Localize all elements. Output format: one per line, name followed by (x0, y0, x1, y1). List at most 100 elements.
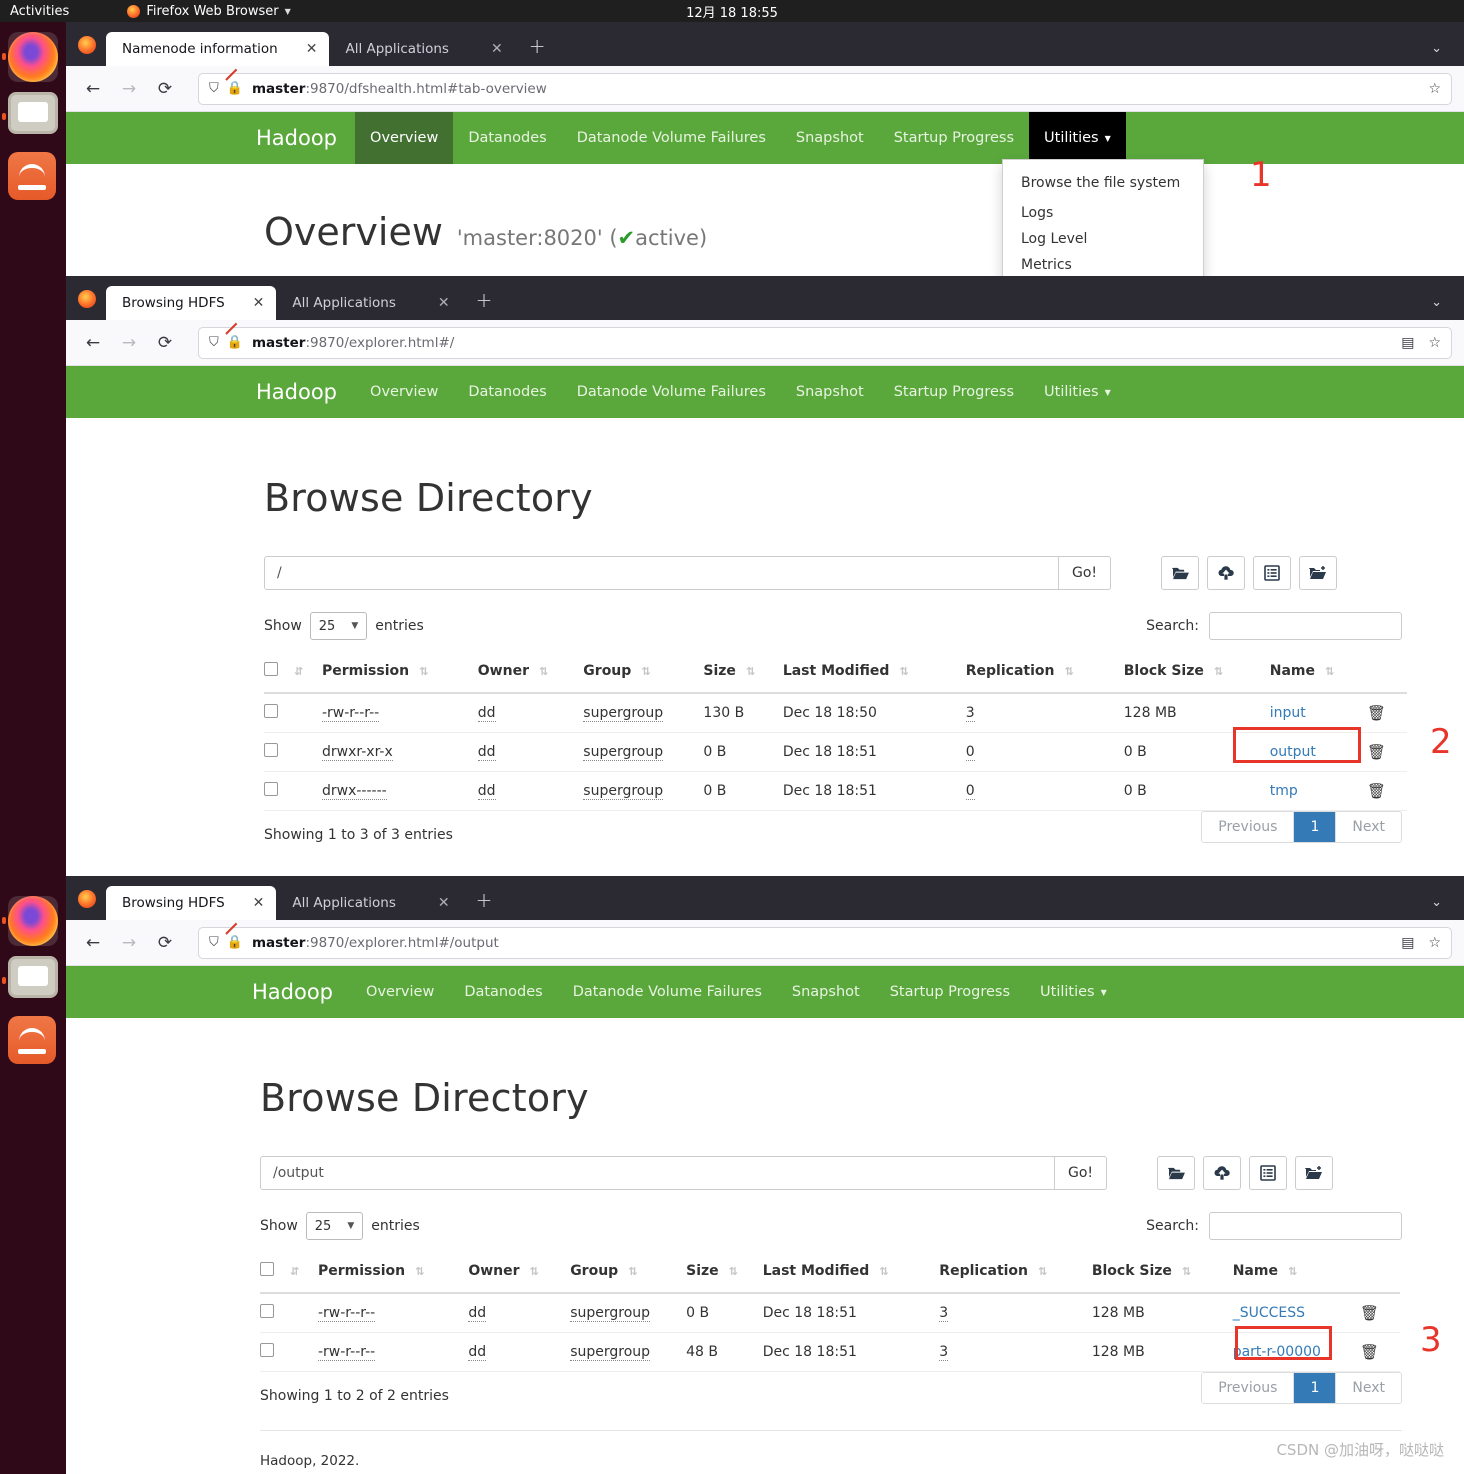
column-permission[interactable]: Permission ⇅ (318, 1254, 469, 1294)
tab-all-applications[interactable]: All Applications ✕ (276, 286, 461, 320)
go-button[interactable]: Go! (1055, 1156, 1107, 1190)
select-all-checkbox[interactable] (260, 1262, 274, 1276)
select-all-checkbox[interactable] (264, 662, 278, 676)
column-name[interactable]: Name ⇅ (1232, 1254, 1360, 1294)
pagination-previous[interactable]: Previous (1202, 812, 1295, 842)
bookmark-star-icon[interactable]: ☆ (1428, 335, 1441, 351)
delete-icon[interactable]: 🗑 (1367, 693, 1407, 733)
cloud-upload-icon[interactable] (1203, 1156, 1241, 1190)
file-link-success[interactable]: _SUCCESS (1233, 1305, 1305, 1321)
tab-all-applications[interactable]: All Applications ✕ (276, 886, 461, 920)
tab-browsing-hdfs[interactable]: Browsing HDFS ✕ (106, 286, 277, 320)
nav-overview[interactable]: Overview (355, 112, 454, 164)
nav-datanode-volume-failures[interactable]: Datanode Volume Failures (562, 112, 781, 164)
close-icon[interactable]: ✕ (253, 295, 265, 311)
clock[interactable]: 12月 18 18:55 (0, 2, 1464, 21)
close-icon[interactable]: ✕ (306, 41, 318, 57)
new-tab-button[interactable]: + (476, 288, 493, 312)
forward-button[interactable]: → (114, 74, 144, 104)
delete-icon[interactable]: 🗑 (1360, 1332, 1400, 1372)
column-size[interactable]: Size ⇅ (703, 654, 783, 694)
reload-button[interactable]: ⟳ (150, 74, 180, 104)
column-block-size[interactable]: Block Size ⇅ (1123, 654, 1270, 694)
page-size-select[interactable]: 25 ▼ (309, 612, 368, 640)
search-input[interactable] (1209, 612, 1402, 640)
dock-item-ubuntu-software[interactable] (8, 152, 58, 202)
back-button[interactable]: ← (78, 328, 108, 358)
permissions-list-icon[interactable] (1253, 556, 1291, 590)
file-link-part-r-00000[interactable]: part-r-00000 (1233, 1344, 1321, 1360)
column-group[interactable]: Group ⇅ (583, 654, 704, 694)
close-icon[interactable]: ✕ (491, 41, 503, 57)
forward-button[interactable]: → (114, 328, 144, 358)
new-tab-button[interactable]: + (529, 34, 546, 58)
bookmark-star-icon[interactable]: ☆ (1428, 81, 1441, 97)
file-link-output[interactable]: output (1270, 744, 1316, 760)
menu-item-logs[interactable]: Logs (1003, 200, 1203, 226)
search-input[interactable] (1209, 1212, 1402, 1240)
file-link-tmp[interactable]: tmp (1270, 783, 1298, 799)
hadoop-brand[interactable]: Hadoop (256, 112, 355, 164)
lock-disabled-icon[interactable]: 🔒 (225, 922, 243, 950)
tab-all-applications[interactable]: All Applications ✕ (329, 32, 514, 66)
nav-startup-progress[interactable]: Startup Progress (875, 966, 1025, 1018)
new-folder-icon[interactable] (1295, 1156, 1333, 1190)
pagination-next[interactable]: Next (1336, 812, 1401, 842)
menu-item-metrics[interactable]: Metrics (1003, 252, 1203, 276)
row-checkbox[interactable] (260, 1343, 274, 1357)
row-checkbox[interactable] (264, 704, 278, 718)
nav-snapshot[interactable]: Snapshot (781, 112, 879, 164)
lock-disabled-icon[interactable]: 🔒 (225, 68, 243, 96)
nav-overview[interactable]: Overview (351, 966, 449, 1018)
tab-browsing-hdfs[interactable]: Browsing HDFS ✕ (106, 886, 277, 920)
dock-item-ubuntu-software[interactable] (8, 1016, 58, 1066)
go-button[interactable]: Go! (1059, 556, 1111, 590)
nav-snapshot[interactable]: Snapshot (781, 366, 879, 418)
path-input[interactable]: / (264, 556, 1059, 590)
nav-snapshot[interactable]: Snapshot (777, 966, 875, 1018)
pagination-page-1[interactable]: 1 (1294, 812, 1337, 842)
close-icon[interactable]: ✕ (438, 295, 450, 311)
dock-item-files[interactable] (2, 956, 58, 1006)
close-icon[interactable]: ✕ (253, 895, 265, 911)
reader-view-icon[interactable]: ▤ (1401, 335, 1414, 351)
column-block-size[interactable]: Block Size ⇅ (1091, 1254, 1233, 1294)
nav-utilities[interactable]: Utilities ▼ (1029, 112, 1126, 164)
column-replication[interactable]: Replication ⇅ (965, 654, 1124, 694)
menu-item-browse-the-file-system[interactable]: Browse the file system (1003, 166, 1203, 200)
pagination-next[interactable]: Next (1336, 1373, 1401, 1403)
delete-icon[interactable]: 🗑 (1367, 771, 1407, 811)
reader-view-icon[interactable]: ▤ (1401, 935, 1414, 951)
list-all-tabs-icon[interactable]: ⌄ (1431, 41, 1442, 56)
column-name[interactable]: Name ⇅ (1269, 654, 1367, 694)
row-checkbox[interactable] (264, 782, 278, 796)
nav-datanodes[interactable]: Datanodes (453, 366, 561, 418)
folder-open-icon[interactable] (1157, 1156, 1195, 1190)
row-checkbox[interactable] (264, 743, 278, 757)
nav-datanode-volume-failures[interactable]: Datanode Volume Failures (562, 366, 781, 418)
forward-button[interactable]: → (114, 928, 144, 958)
column-replication[interactable]: Replication ⇅ (939, 1254, 1092, 1294)
url-bar[interactable]: ⛉ 🔒 master:9870/explorer.html#/ ▤ ☆ (198, 322, 1452, 359)
column-last-modified[interactable]: Last Modified ⇅ (762, 1254, 940, 1294)
dock-item-firefox[interactable] (2, 32, 58, 82)
nav-datanodes[interactable]: Datanodes (449, 966, 557, 1018)
list-all-tabs-icon[interactable]: ⌄ (1431, 295, 1442, 310)
reload-button[interactable]: ⟳ (150, 928, 180, 958)
nav-utilities[interactable]: Utilities ▼ (1025, 966, 1122, 1018)
shield-icon[interactable]: ⛉ (209, 81, 219, 96)
file-link-input[interactable]: input (1270, 705, 1306, 721)
row-checkbox[interactable] (260, 1304, 274, 1318)
nav-datanode-volume-failures[interactable]: Datanode Volume Failures (558, 966, 777, 1018)
nav-utilities[interactable]: Utilities ▼ (1029, 366, 1126, 418)
nav-startup-progress[interactable]: Startup Progress (879, 112, 1029, 164)
nav-overview[interactable]: Overview (355, 366, 453, 418)
menu-item-log-level[interactable]: Log Level (1003, 226, 1203, 252)
column-size[interactable]: Size ⇅ (686, 1254, 763, 1294)
url-bar[interactable]: ⛉ 🔒 master:9870/explorer.html#/output ▤ … (198, 922, 1452, 959)
column-group[interactable]: Group ⇅ (570, 1254, 687, 1294)
hadoop-brand[interactable]: Hadoop (256, 366, 355, 418)
nav-startup-progress[interactable]: Startup Progress (879, 366, 1029, 418)
path-input[interactable]: /output (260, 1156, 1055, 1190)
close-icon[interactable]: ✕ (438, 895, 450, 911)
